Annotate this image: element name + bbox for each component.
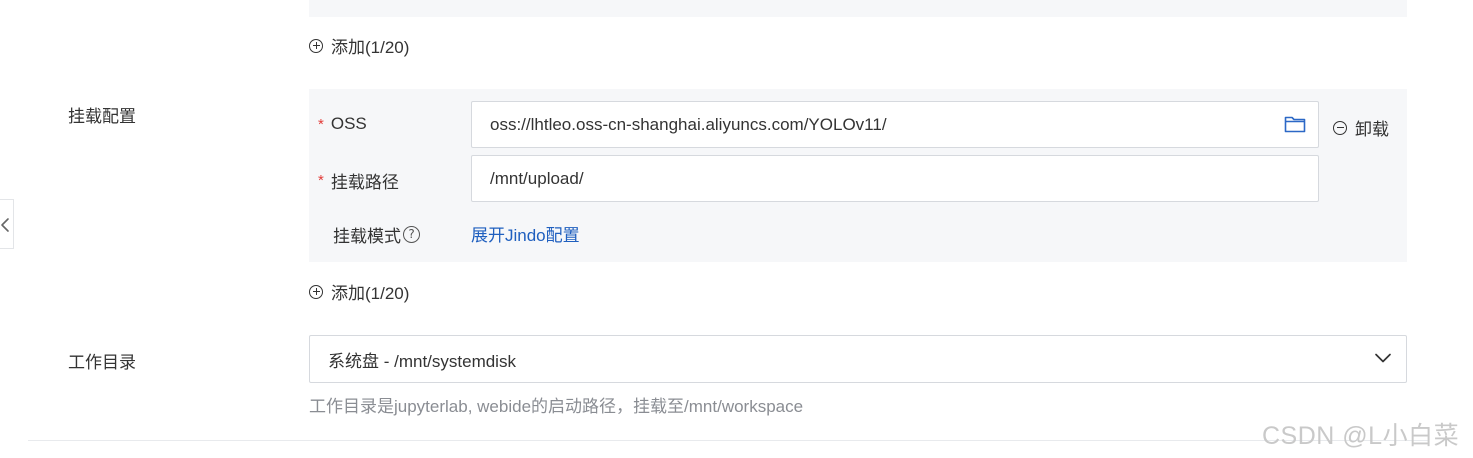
unmount-button[interactable]: 卸载 (1333, 115, 1389, 140)
mount-path-input[interactable]: /mnt/upload/ (471, 155, 1319, 202)
mount-path-field-label: * 挂载路径 (318, 168, 399, 193)
env-add-button[interactable]: 添加(1/20) (309, 33, 409, 58)
oss-input-value: oss://lhtleo.oss-cn-shanghai.aliyuncs.co… (490, 114, 887, 134)
mount-path-input-value: /mnt/upload/ (490, 168, 584, 188)
mount-mode-label-text: 挂载模式 (333, 227, 401, 246)
chevron-down-icon (1375, 353, 1391, 363)
workdir-selected-value: 系统盘 - /mnt/systemdisk (328, 351, 516, 371)
workdir-select[interactable]: 系统盘 - /mnt/systemdisk (309, 335, 1407, 383)
minus-circle-icon (1333, 120, 1347, 135)
oss-label-text: OSS (330, 114, 367, 133)
required-mark: * (318, 115, 324, 133)
env-panel-bottom (309, 0, 1407, 17)
folder-icon[interactable] (1284, 115, 1306, 133)
oss-field-label: * OSS (318, 114, 367, 134)
mount-mode-field-label: 挂载模式 ? (333, 222, 420, 247)
unmount-label: 卸载 (1355, 120, 1389, 139)
workdir-section-label: 工作目录 (68, 353, 136, 372)
env-add-label: 添加(1/20) (331, 38, 410, 57)
page: 添加(1/20) 挂载配置 * OSS oss://lhtleo.oss-cn-… (0, 0, 1473, 458)
workdir-hint: 工作目录是jupyterlab, webide的启动路径，挂载至/mnt/wor… (309, 397, 804, 416)
mount-section-label: 挂载配置 (68, 107, 136, 126)
section-divider (28, 440, 1428, 441)
oss-input[interactable]: oss://lhtleo.oss-cn-shanghai.aliyuncs.co… (471, 101, 1319, 148)
mount-add-label: 添加(1/20) (331, 284, 410, 303)
collapse-panel-tab[interactable] (0, 199, 14, 249)
chevron-left-icon (1, 218, 9, 232)
plus-circle-icon (309, 38, 323, 53)
plus-circle-icon (309, 284, 323, 299)
required-mark: * (318, 172, 324, 189)
question-circle-icon[interactable]: ? (403, 226, 420, 243)
watermark: CSDN @L小白菜 (1262, 422, 1460, 450)
mount-add-button[interactable]: 添加(1/20) (309, 279, 409, 304)
expand-jindo-config-link[interactable]: 展开Jindo配置 (471, 221, 580, 246)
mount-path-label-text: 挂载路径 (330, 173, 399, 192)
